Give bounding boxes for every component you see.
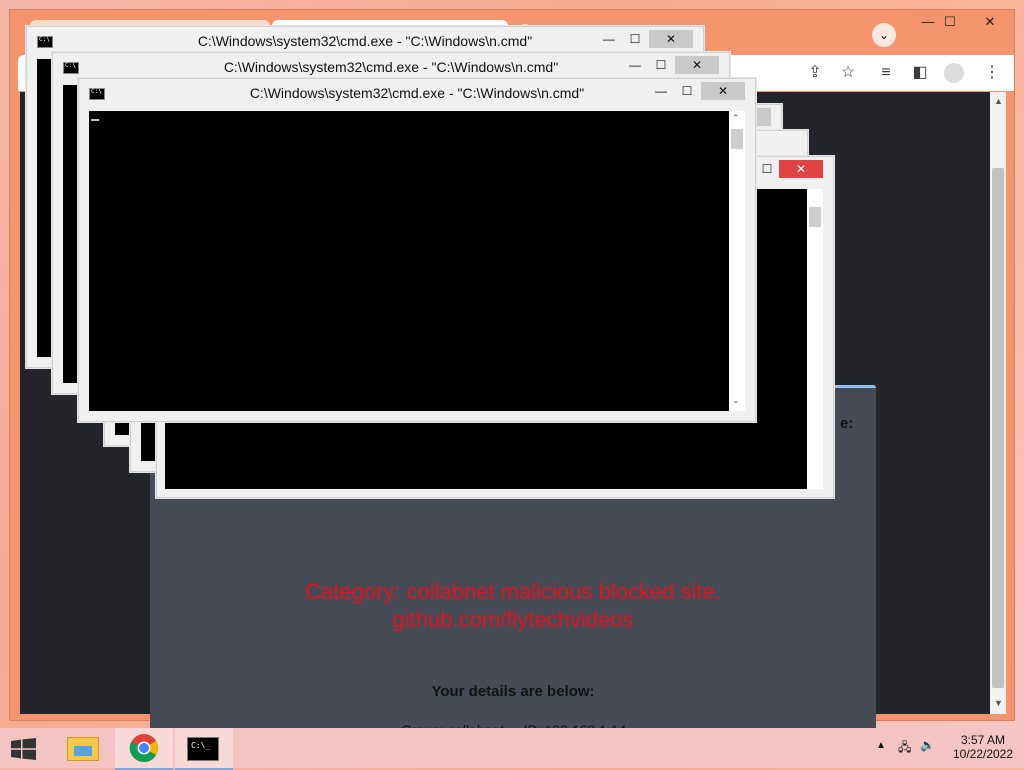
clock[interactable]: 3:57 AM 10/22/2022 [950, 733, 1016, 761]
cmd-maximize-button[interactable]: ☐ [653, 56, 669, 74]
cmd-title-bar[interactable]: C:\Windows\system32\cmd.exe - "C:\Window… [53, 53, 729, 81]
cmd-scrollbar[interactable]: ⌃ ⌄ [729, 111, 745, 411]
blocked-url[interactable]: github.com/flytechvideos [150, 606, 876, 634]
share-icon[interactable]: ⇪ [803, 61, 827, 85]
cmd-console [37, 59, 51, 357]
blocked-category: Category: collabnet malicious blocked si… [305, 579, 721, 604]
taskbar-file-explorer[interactable] [57, 728, 105, 768]
browser-close-button[interactable]: ✕ [968, 12, 1012, 32]
windows-logo-icon [11, 738, 36, 760]
command-prompt-icon: C:\_ [187, 737, 219, 761]
scroll-up-arrow-icon[interactable]: ▲ [994, 96, 1003, 106]
start-button[interactable] [10, 738, 38, 760]
scrollbar-thumb[interactable] [992, 168, 1004, 688]
tab-search-chevron-icon[interactable]: ⌄ [872, 23, 896, 47]
cmd-maximize-button[interactable]: ☐ [679, 82, 695, 100]
scroll-down-arrow-icon[interactable]: ⌄ [732, 395, 740, 406]
cmd-minimize-button[interactable]: — [653, 82, 669, 100]
cmd-maximize-button[interactable]: ☐ [627, 30, 643, 48]
cmd-console [63, 85, 77, 383]
network-icon[interactable]: 🖧 [898, 738, 911, 759]
menu-icon[interactable]: ⋮ [980, 61, 1004, 85]
cmd-maximize-button[interactable]: ☐ [759, 160, 775, 178]
cmd-scrollbar[interactable] [807, 189, 823, 489]
scroll-down-arrow-icon[interactable]: ▼ [994, 698, 1003, 708]
cmd-window-front[interactable]: C:\Windows\system32\cmd.exe - "C:\Window… [78, 78, 756, 422]
cmd-close-button[interactable]: ✕ [649, 30, 693, 48]
text-cursor [91, 119, 99, 121]
chrome-icon [129, 734, 158, 763]
cmd-close-button[interactable]: ✕ [675, 56, 719, 74]
cmd-minimize-button[interactable]: — [601, 30, 617, 48]
cmd-scrollbar-thumb[interactable] [731, 129, 743, 149]
cmd-console[interactable] [89, 111, 729, 411]
cmd-close-button[interactable]: ✕ [779, 160, 823, 178]
browser-maximize-button[interactable]: ☐ [928, 12, 972, 32]
taskbar: C:\_ ▲ 🖧 🔈 3:57 AM 10/22/2022 [0, 728, 1024, 770]
blocked-message: Category: collabnet malicious blocked si… [150, 578, 876, 634]
details-heading: Your details are below: [431, 683, 595, 700]
star-icon[interactable]: ☆ [836, 61, 860, 85]
profile-icon[interactable] [944, 63, 964, 83]
show-hidden-icons-icon[interactable]: ▲ [876, 740, 886, 751]
cmd-scrollbar-thumb[interactable] [809, 207, 821, 227]
cmd-close-button[interactable]: ✕ [701, 82, 745, 100]
scroll-up-arrow-icon[interactable]: ⌃ [732, 113, 740, 124]
cmd-title-bar[interactable]: C:\Windows\system32\cmd.exe - "C:\Window… [79, 79, 755, 107]
cmd-title-bar[interactable]: C:\Windows\system32\cmd.exe - "C:\Window… [27, 27, 703, 55]
volume-icon[interactable]: 🔈 [920, 738, 935, 752]
clock-date: 10/22/2022 [952, 747, 1014, 761]
card-heading-fragment: e: [840, 415, 854, 432]
taskbar-command-prompt[interactable]: C:\_ [175, 728, 233, 770]
cmd-minimize-button[interactable]: — [627, 56, 643, 74]
taskbar-chrome[interactable] [115, 728, 173, 770]
reading-list-icon[interactable]: ≡ [874, 61, 898, 85]
folder-icon [67, 737, 99, 761]
page-scrollbar[interactable]: ▲ ▼ [990, 92, 1006, 714]
side-panel-icon[interactable]: ◧ [908, 61, 932, 85]
clock-time: 3:57 AM [960, 733, 1006, 747]
